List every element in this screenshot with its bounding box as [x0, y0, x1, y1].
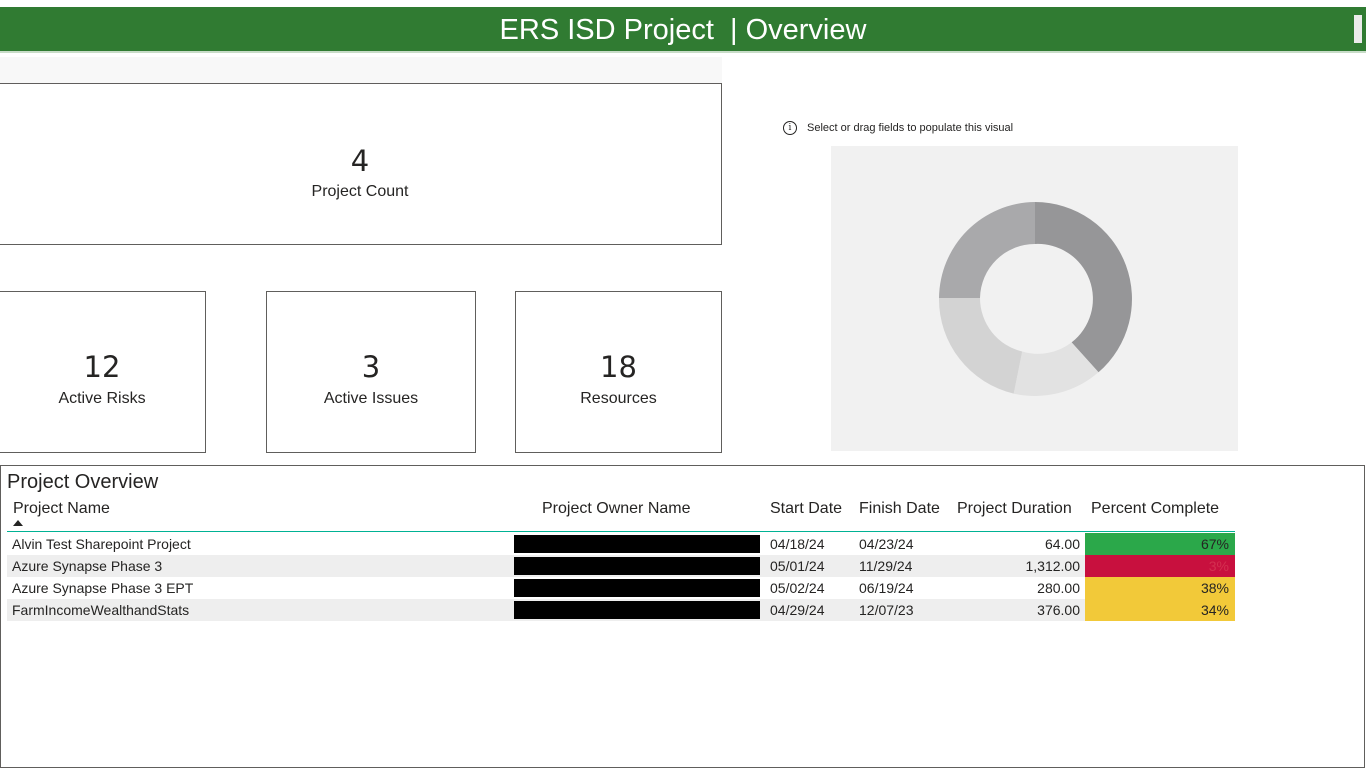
page-title: ERS ISD Project | Overview [499, 14, 867, 46]
cell-owner-redacted [514, 557, 760, 575]
cell-duration: 376.00 [1037, 602, 1080, 618]
cell-percent-complete: 38% [1085, 577, 1235, 599]
cell-start-date: 04/18/24 [770, 536, 825, 552]
resources-card[interactable]: 18 Resources [515, 291, 722, 453]
active-issues-label: Active Issues [323, 390, 419, 407]
cell-percent-complete: 3% [1085, 555, 1235, 577]
table-body: Alvin Test Sharepoint Project 04/18/24 0… [7, 533, 1235, 621]
donut-segment-3 [938, 298, 1023, 394]
project-count-label: Project Count [311, 183, 409, 200]
cell-duration: 1,312.00 [1025, 558, 1081, 574]
donut-placeholder-chart [938, 202, 1132, 396]
scroll-handle[interactable] [1354, 15, 1362, 43]
cell-finish-date: 04/23/24 [859, 536, 914, 552]
visual-hint-text: Select or drag fields to populate this v… [807, 122, 1014, 134]
cell-project-name: Azure Synapse Phase 3 EPT [12, 580, 194, 596]
active-issues-card[interactable]: 3 Active Issues [266, 291, 476, 453]
active-risks-card[interactable]: 12 Active Risks [0, 291, 206, 453]
project-count-value: 4 [350, 144, 370, 178]
donut-segment-4 [939, 202, 1035, 298]
table-row[interactable]: Azure Synapse Phase 3 05/01/24 11/29/24 … [7, 555, 1235, 577]
col-header-duration[interactable]: Project Duration [957, 500, 1072, 518]
col-header-percent-complete[interactable]: Percent Complete [1091, 500, 1219, 518]
table-title: Project Overview [7, 471, 159, 493]
cell-percent-complete: 34% [1085, 599, 1235, 621]
cell-finish-date: 06/19/24 [859, 580, 914, 596]
resources-value: 18 [600, 350, 637, 384]
table-row[interactable]: FarmIncomeWealthandStats 04/29/24 12/07/… [7, 599, 1235, 621]
active-risks-label: Active Risks [58, 390, 146, 407]
table-row[interactable]: Alvin Test Sharepoint Project 04/18/24 0… [7, 533, 1235, 555]
cell-duration: 280.00 [1037, 580, 1080, 596]
cell-finish-date: 12/07/23 [859, 602, 914, 618]
top-strip [0, 0, 1366, 7]
donut-segment-1 [1035, 202, 1132, 373]
col-header-start-date[interactable]: Start Date [770, 500, 842, 518]
header-divider [7, 531, 1235, 532]
resources-label: Resources [580, 390, 657, 407]
cell-owner-redacted [514, 535, 760, 553]
slicer-bar[interactable] [0, 57, 722, 83]
sort-ascending-icon [13, 520, 23, 526]
cell-project-name: Azure Synapse Phase 3 [12, 558, 163, 574]
report-header: ERS ISD Project | Overview [0, 7, 1366, 53]
cell-owner-redacted [514, 601, 760, 619]
cell-project-name: Alvin Test Sharepoint Project [12, 536, 191, 552]
cell-start-date: 05/01/24 [770, 558, 825, 574]
cell-start-date: 04/29/24 [770, 602, 825, 618]
col-header-finish-date[interactable]: Finish Date [859, 500, 940, 518]
cell-percent-complete: 67% [1085, 533, 1235, 555]
active-risks-value: 12 [83, 350, 121, 384]
cell-owner-redacted [514, 579, 760, 597]
cell-project-name: FarmIncomeWealthandStats [12, 602, 190, 618]
cell-finish-date: 11/29/24 [859, 558, 913, 574]
active-issues-value: 3 [361, 350, 381, 384]
info-icon: i [783, 121, 797, 135]
table-row[interactable]: Azure Synapse Phase 3 EPT 05/02/24 06/19… [7, 577, 1235, 599]
empty-donut-visual[interactable] [831, 146, 1238, 451]
project-count-card[interactable]: 4 Project Count [0, 83, 722, 245]
project-overview-table[interactable]: Project Overview Project Name Project Ow… [0, 465, 1365, 768]
col-header-project-name[interactable]: Project Name [13, 500, 110, 518]
visual-hint: i Select or drag fields to populate this… [783, 121, 1013, 135]
cell-start-date: 05/02/24 [770, 580, 825, 596]
col-header-owner[interactable]: Project Owner Name [542, 500, 691, 518]
cell-duration: 64.00 [1044, 536, 1080, 552]
